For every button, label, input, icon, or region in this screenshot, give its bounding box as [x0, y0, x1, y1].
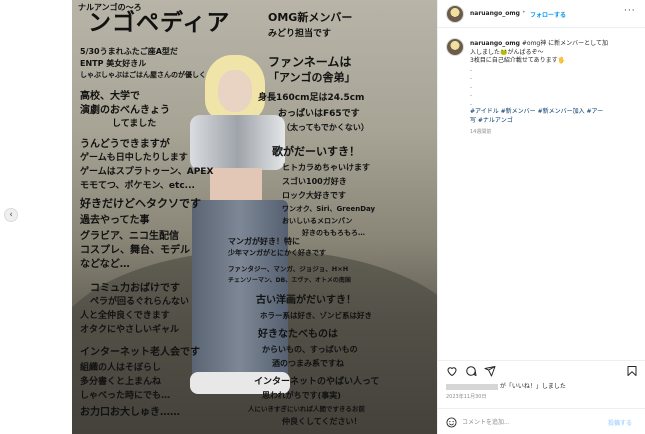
overlay-line: オタクにやさしいギャル	[80, 325, 180, 335]
post-header: naruango_omg • フォローする ···	[438, 0, 645, 28]
overlay-right-line: 好きなたべものは	[258, 329, 338, 340]
blurred-usernames	[446, 383, 498, 390]
overlay-title: ンゴペディア	[88, 10, 231, 36]
caption-avatar[interactable]	[446, 38, 464, 56]
overlay-line: ゲームはスプラトゥーン、APEX	[80, 167, 214, 177]
overlay-right-line: スゴい100ガ好き	[282, 177, 347, 186]
likes-suffix: が「いいね！」しました	[499, 383, 566, 390]
overlay-line: グラビア、ニコ生配信	[80, 231, 179, 242]
overlay-line: 5/30うまれふたご座A型だ	[80, 47, 178, 56]
overlay-right-line: ロック大好きです	[282, 191, 346, 200]
overlay-right-line: 仲良くしてください！	[282, 417, 362, 426]
overlay-line: お力口お大しゅき……	[80, 407, 180, 418]
overlay-right-line: ファンネームは	[268, 55, 352, 69]
overlay-line: ペラが回るぐれらんない	[90, 297, 190, 307]
likes-text[interactable]: が「いいね！」しました	[446, 381, 566, 390]
overlay-header-right: OMG新メンバー	[268, 11, 353, 24]
overlay-right-line: 少年マンガがとにかく好きです	[228, 249, 326, 257]
overlay-right-line: ファンタジー、マンガ、ジョジョ、H×H	[228, 265, 349, 273]
overlay-line: ゲームも日中したりします	[80, 153, 188, 163]
overlay-right-line: インターネットのやばい人って	[254, 377, 380, 387]
caption-text: .	[470, 91, 472, 98]
overlay-right-line: 思われがちです(事実)	[262, 391, 341, 400]
overlay-right-line: からいもの、すっぱいもの	[262, 345, 358, 354]
overlay-right-line: 酒のつまみ系ですね	[272, 359, 344, 368]
overlay-line: してました	[112, 119, 157, 129]
caption-hashtags[interactable]: 写 #ナルアンゴ	[470, 117, 638, 126]
post-comment-button[interactable]: 投稿する	[608, 418, 632, 427]
more-options-icon[interactable]: ···	[624, 6, 636, 16]
overlay-right-line: おいしいるメロンパン	[282, 217, 353, 225]
overlay-line: しゃべった時にでも…	[80, 391, 171, 401]
caption-time: 14週間前	[470, 129, 492, 135]
overlay-right-line: マンガが好き！特に	[228, 237, 300, 246]
overlay-line: モモてつ、ポケモン、etc...	[80, 181, 195, 191]
overlay-line: 演劇のおべんきょう	[80, 105, 170, 116]
caption-text: .	[470, 99, 472, 107]
comment-bar: 投稿する	[438, 408, 645, 434]
previous-slide-button[interactable]: ‹	[4, 208, 18, 222]
post-sidebar: naruango_omg • フォローする ··· naruango_omg #…	[437, 0, 645, 434]
caption-text: .	[470, 74, 472, 81]
overlay-line: 多分書くと上まんね	[80, 377, 162, 387]
caption-text: 3枚目に自己紹介載せてあります🖐	[470, 57, 566, 64]
overlay-line: 好きだけどヘタクソです	[80, 197, 201, 210]
overlay-right-line: ヒトカラめちゃいけます	[282, 163, 370, 172]
caption-hashtags[interactable]: #アイドル #新メンバー #新メンバー加入 #アー	[470, 108, 638, 117]
person-top	[190, 115, 285, 170]
share-icon[interactable]	[484, 365, 496, 377]
overlay-right-line: 人にいきすぎにいれば人間ですきるお前	[248, 405, 365, 413]
overlay-line: コスプレ、舞台、モデル	[80, 245, 190, 256]
left-gutter: ‹	[0, 0, 72, 434]
overlay-line: 高校、大学で	[80, 91, 140, 102]
caption-text: .	[470, 65, 472, 73]
overlay-right-line: チェンソーマン、DB、エヴァ、オトメの南国	[228, 277, 351, 284]
overlay-line: インターネット老人会です	[80, 347, 200, 358]
bookmark-icon[interactable]	[626, 365, 638, 377]
overlay-right-line: 「アンゴの舎弟」	[268, 71, 356, 84]
overlay-right-line: 身長160cm足は24.5cm	[258, 93, 365, 103]
caption-text: .	[470, 82, 472, 90]
separator-dot: •	[522, 9, 526, 16]
overlay-header-right2: みどり担当です	[268, 29, 332, 39]
instagram-post-view: ‹ ナルアンゴの〜ろ ンゴペディア OMG新メンバー みどり担当です 5/30う…	[0, 0, 645, 434]
avatar[interactable]	[446, 5, 464, 23]
overlay-line: 組織の人はそぼらし	[80, 363, 162, 373]
caption-username[interactable]: naruango_omg	[470, 40, 520, 47]
overlay-right-line: （太ってもでかくない）	[282, 123, 369, 132]
overlay-right-line: ワンオク、Siri、GreenDay	[282, 205, 376, 213]
overlay-right-line: おっぱいはF65です	[278, 109, 360, 119]
heart-icon[interactable]	[446, 365, 458, 377]
caption: naruango_omg #omg神 に新メンバーとして加 入しました🐸がんばる…	[470, 40, 638, 137]
overlay-line: うんどうできますが	[80, 139, 170, 150]
overlay-line: などなど…	[80, 259, 130, 270]
overlay-line: 人と全仲良くできます	[80, 311, 170, 321]
overlay-line: しゃぶしゃぶはごはん屋さんのが優しく	[80, 71, 206, 79]
header-username[interactable]: naruango_omg	[470, 10, 520, 17]
overlay-right-line: ホラー系は好き、ゾンビ系は好き	[260, 311, 372, 320]
caption-text: 入しました🐸がんばるぞ〜	[470, 48, 544, 56]
post-date: 2023年11月30日	[446, 394, 487, 400]
action-bar	[438, 360, 645, 380]
overlay-line: コミュ力おばけです	[90, 283, 180, 294]
post-image[interactable]: ナルアンゴの〜ろ ンゴペディア OMG新メンバー みどり担当です 5/30うまれ…	[72, 0, 437, 434]
overlay-right-line: 古い洋画がだいすき！	[256, 295, 356, 306]
overlay-right-line: 歌がだーいすき！	[272, 145, 360, 158]
person-face	[218, 70, 252, 112]
emoji-icon[interactable]	[446, 417, 457, 428]
follow-button[interactable]: フォローする	[530, 10, 566, 19]
caption-text: #omg神 に新メンバーとして加	[521, 40, 608, 47]
overlay-line: 過去やってた事	[80, 215, 150, 226]
comment-input[interactable]	[462, 417, 602, 427]
comment-icon[interactable]	[465, 365, 477, 377]
overlay-right-line: 好きのももろもろ…	[302, 229, 365, 237]
overlay-line: ENTP 美女好きル	[80, 59, 147, 68]
